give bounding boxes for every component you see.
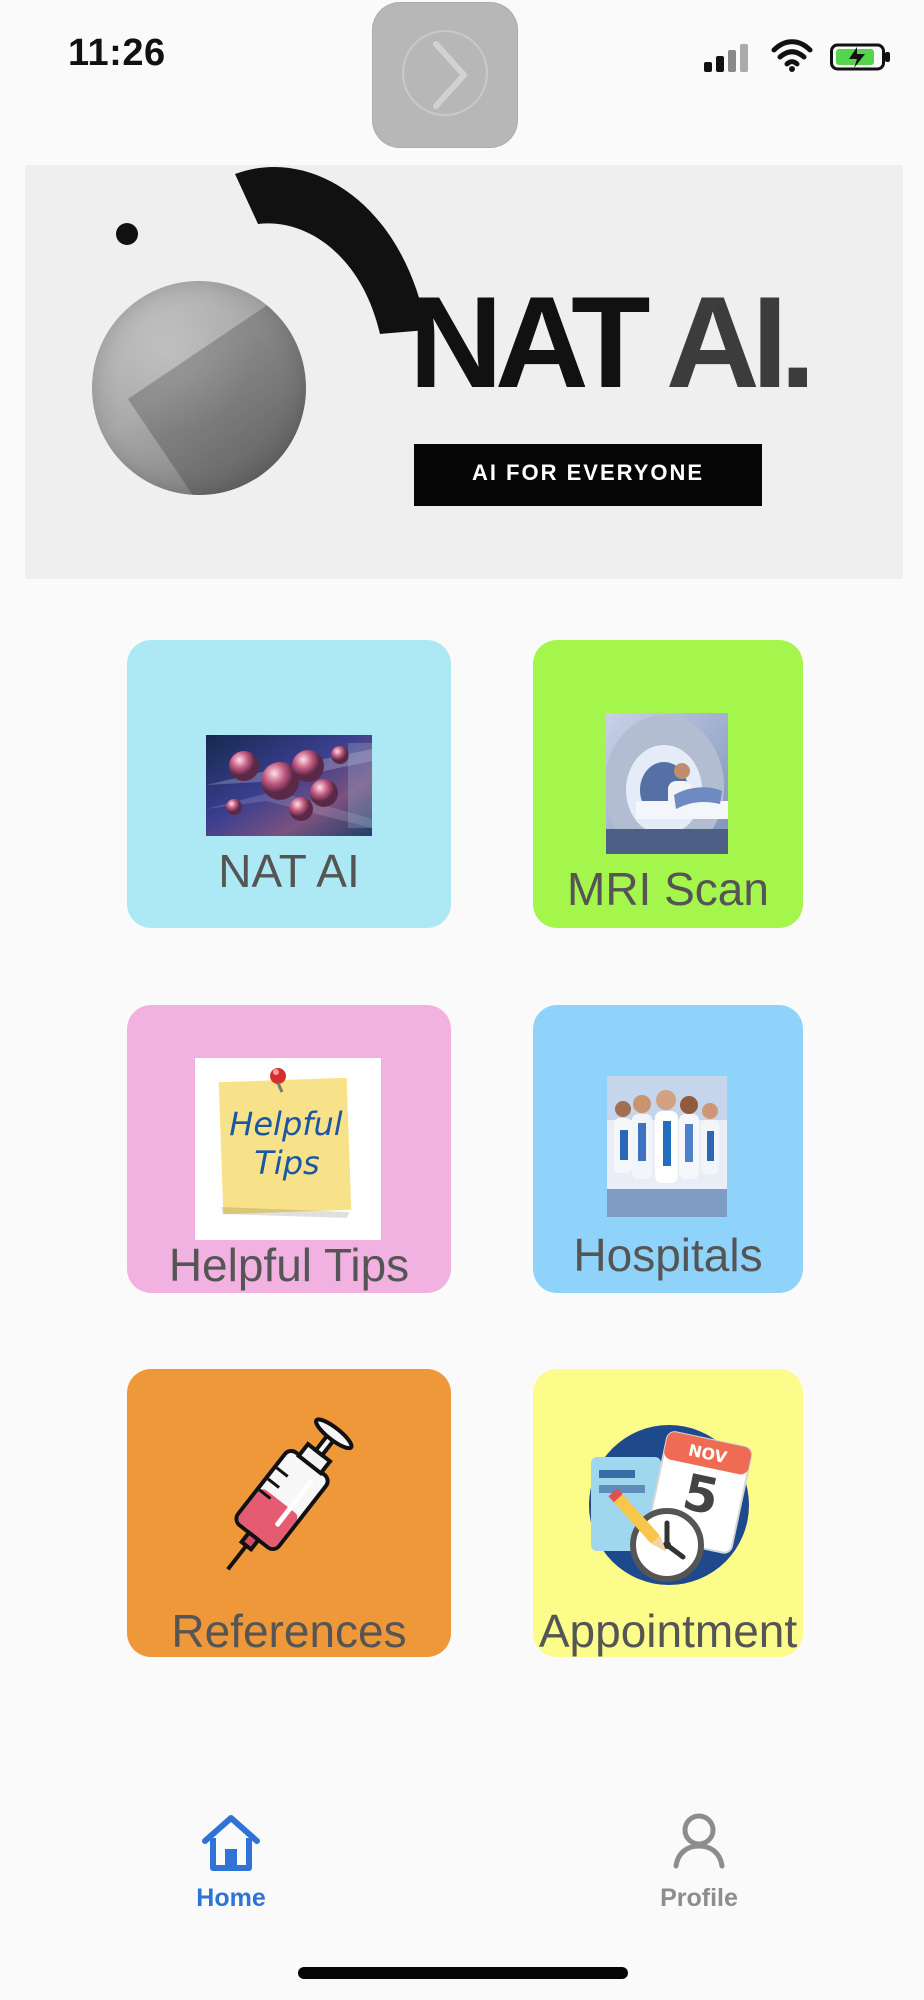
profile-icon [673, 1813, 725, 1869]
status-time: 11:26 [68, 32, 166, 74]
nat-ai-tile-label: NAT AI [218, 845, 360, 897]
brand-tagline-box: AI FOR EVERYONE [414, 444, 762, 506]
nav-profile-button[interactable]: Profile [589, 1802, 809, 1922]
references-tile-label: References [171, 1605, 407, 1657]
nav-home-label: Home [196, 1884, 266, 1912]
app-screen: 11:26 NAT AI. AI FOR EVERYONE NAT AI MRI… [0, 0, 924, 2000]
cellular-signal-icon [704, 44, 750, 72]
nav-home-button[interactable]: Home [121, 1802, 341, 1922]
brand-title-primary: NAT [409, 269, 651, 415]
references-tile[interactable]: References [127, 1369, 451, 1657]
nat-ai-banner: NAT AI. AI FOR EVERYONE [25, 165, 903, 579]
svg-text:Tips: Tips [254, 1144, 319, 1182]
bottom-navigation: Home Profile [0, 1802, 924, 1948]
helpful-tips-tile-label: Helpful Tips [168, 1239, 410, 1291]
mri-scan-image [606, 713, 728, 854]
battery-charging-icon [830, 43, 890, 71]
overlay-forward-button[interactable] [372, 2, 518, 148]
mri-scan-tile-label: MRI Scan [567, 863, 769, 915]
home-icon [202, 1815, 260, 1871]
home-indicator [298, 1967, 628, 1979]
sticky-note-icon: Helpful Tips [218, 1068, 352, 1218]
brand-title-secondary: AI. [665, 269, 816, 415]
helpful-tips-tile[interactable]: Helpful Tips Helpful Tips [127, 1005, 451, 1293]
medical-staff-image [607, 1076, 727, 1217]
hospitals-tile[interactable]: Hospitals [533, 1005, 803, 1293]
hospitals-tile-label: Hospitals [573, 1229, 763, 1281]
syringe-image [226, 1417, 354, 1571]
nat-ai-tile[interactable]: NAT AI [127, 640, 451, 928]
appointment-tile-label: Appointment [538, 1605, 798, 1657]
svg-text:Helpful: Helpful [229, 1105, 343, 1143]
brand-title: NAT AI. [409, 277, 816, 407]
nav-profile-label: Profile [660, 1884, 738, 1912]
chevron-right-icon [433, 41, 467, 109]
helpful-tips-note-image: Helpful Tips [195, 1058, 381, 1240]
wifi-icon [771, 39, 813, 72]
status-bar: 11:26 [0, 0, 924, 148]
appointment-tile[interactable]: NOV 5 Appointment [533, 1369, 803, 1657]
brand-tagline: AI FOR EVERYONE [471, 460, 705, 485]
cell-virus-image [206, 735, 372, 836]
appointment-calendar-clock-image: NOV 5 [589, 1425, 753, 1585]
status-icons [680, 38, 890, 78]
mri-scan-tile[interactable]: MRI Scan [533, 640, 803, 928]
banner-dot [116, 223, 138, 245]
